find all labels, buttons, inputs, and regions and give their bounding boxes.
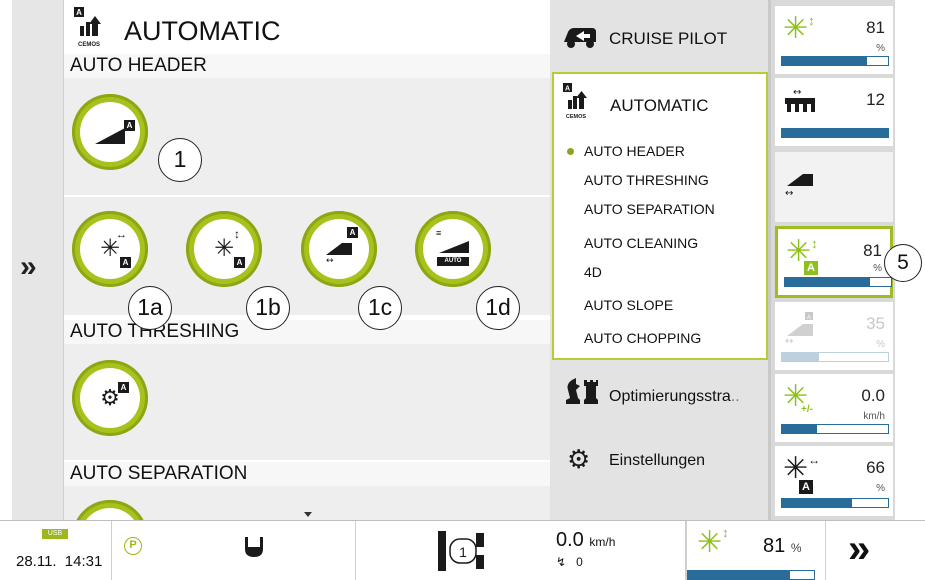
auto-rotor-width-button[interactable]: ✳ ↔ A bbox=[72, 211, 148, 287]
status-tiles-column: ✳↕ 81 % ↔ 12 ↔ ✳↕ A 81 % A ↔ 35 % ✳ +/- … bbox=[768, 0, 895, 520]
section-auto-separation-title: AUTO SEPARATION bbox=[64, 462, 550, 486]
gear-shift-icon: ↯ bbox=[556, 555, 567, 569]
active-dot-icon bbox=[567, 148, 574, 155]
svg-text:A: A bbox=[76, 8, 82, 17]
gear-icon: ⚙ bbox=[100, 385, 120, 410]
usb-icon: USB bbox=[42, 529, 68, 539]
section-auto-threshing-body: ⚙ A bbox=[64, 344, 550, 460]
submenu-4d[interactable]: 4D bbox=[584, 264, 602, 280]
svg-text:1: 1 bbox=[459, 544, 467, 560]
svg-text:↔: ↔ bbox=[326, 256, 334, 263]
tile-header-tilt-auto[interactable]: A ↔ 35 % bbox=[775, 302, 893, 370]
section-auto-header-body: A bbox=[64, 78, 550, 195]
date-display: 28.11. bbox=[16, 553, 57, 570]
menu-optimization-strategy[interactable]: Optimierungsstra.. bbox=[550, 368, 768, 428]
submenu-auto-slope[interactable]: AUTO SLOPE bbox=[584, 297, 673, 313]
parking-brake-icon: P bbox=[124, 537, 142, 555]
submenu-auto-cleaning[interactable]: AUTO CLEANING bbox=[584, 235, 698, 251]
callout-1a: 1a bbox=[128, 286, 172, 330]
callout-1: 1 bbox=[158, 138, 202, 182]
svg-text:↔: ↔ bbox=[785, 336, 793, 344]
tile-rotor-width-auto[interactable]: ✳↔ A 66 % bbox=[775, 446, 893, 516]
auto-rotor-height-button[interactable]: ✳ ↕ A bbox=[186, 211, 262, 287]
speed-display: 0.0 km/h bbox=[556, 529, 616, 551]
svg-text:A: A bbox=[565, 86, 570, 93]
submenu-auto-separation[interactable]: AUTO SEPARATION bbox=[584, 201, 715, 217]
rotor-height-icon: ✳↕ bbox=[697, 525, 729, 559]
tile-header-tilt[interactable]: ↔ bbox=[775, 152, 893, 222]
tile-speed-offset[interactable]: ✳ +/- 0.0 km/h bbox=[775, 374, 893, 442]
function-menu: CRUISE PILOT A CEMOS AUTOMATIC AUTO HEAD… bbox=[550, 0, 768, 520]
submenu-auto-header[interactable]: AUTO HEADER bbox=[584, 143, 685, 159]
header-tilt-icon: ↔ bbox=[785, 174, 813, 196]
callout-5: 5 bbox=[884, 244, 922, 282]
double-chevron-right-icon[interactable]: » bbox=[848, 527, 871, 572]
menu-automatic-expanded: A CEMOS AUTOMATIC AUTO HEADER AUTO THRES… bbox=[552, 72, 768, 360]
height-arrow-icon: ↕ bbox=[234, 227, 240, 241]
svg-text:↔: ↔ bbox=[793, 87, 801, 98]
callout-1d: 1d bbox=[476, 286, 520, 330]
tile-rotor-height-auto[interactable]: ✳↕ A 81 % bbox=[775, 226, 893, 298]
header-tilt-icon: ↔ bbox=[326, 243, 352, 263]
auto-threshing-button[interactable]: ⚙ A bbox=[72, 360, 148, 436]
auto-header-tilt-button[interactable]: ↔ A bbox=[301, 211, 377, 287]
header-width-icon: ↔ bbox=[785, 87, 815, 112]
width-arrow-icon: ↔ bbox=[116, 229, 127, 241]
svg-text:A: A bbox=[807, 315, 811, 321]
parking-brake-cell: P bbox=[112, 521, 356, 580]
submenu-auto-threshing[interactable]: AUTO THRESHING bbox=[584, 172, 709, 188]
callout-1b: 1b bbox=[246, 286, 290, 330]
expand-left-panel[interactable]: » bbox=[12, 0, 64, 520]
gear-readout: ↯ 0 bbox=[556, 555, 583, 569]
svg-text:CEMOS: CEMOS bbox=[566, 114, 587, 120]
chess-strategy-icon bbox=[566, 378, 598, 404]
tile-header-width[interactable]: ↔ 12 bbox=[775, 78, 893, 146]
tile-rotor-height[interactable]: ✳↕ 81 % bbox=[775, 6, 893, 74]
section-auto-header-title: AUTO HEADER bbox=[64, 54, 550, 78]
scroll-down-indicator-icon[interactable] bbox=[304, 512, 312, 517]
header-height-icon bbox=[95, 128, 125, 144]
rotor-value: 81 % bbox=[763, 535, 802, 557]
cemos-automatic-icon: A CEMOS bbox=[563, 83, 587, 120]
drive-cell: 1 bbox=[356, 521, 686, 580]
time-display: 14:31 bbox=[64, 553, 103, 570]
submenu-auto-chopping[interactable]: AUTO CHOPPING bbox=[584, 330, 701, 346]
svg-text:CEMOS: CEMOS bbox=[78, 42, 100, 48]
menu-settings[interactable]: ⚙ Einstellungen bbox=[550, 440, 768, 500]
status-bar: USB 28.11. 14:31 P 1 0.0 km/h ↯ 0 ✳↕ 81 %… bbox=[0, 520, 925, 580]
header-tilt-icon: A ↔ bbox=[785, 312, 813, 344]
cemos-automatic-icon: A CEMOS bbox=[74, 7, 101, 48]
menu-automatic[interactable]: A CEMOS AUTOMATIC bbox=[554, 74, 766, 132]
callout-1c: 1c bbox=[358, 286, 402, 330]
header-pressure-icon: ≡ AUTO bbox=[433, 229, 473, 269]
rotor-spread-icon: ✳ bbox=[213, 235, 235, 262]
svg-text:↔: ↔ bbox=[785, 188, 793, 196]
datetime-cell: USB 28.11. 14:31 bbox=[0, 521, 112, 580]
grain-tank-icon bbox=[245, 537, 263, 557]
gear-icon: ⚙ bbox=[567, 444, 591, 474]
auto-separation-button[interactable] bbox=[72, 500, 148, 520]
auto-header-pressure-button[interactable]: ≡ AUTO bbox=[415, 211, 491, 287]
drive-gear-icon: 1 bbox=[438, 531, 484, 571]
double-chevron-right-icon[interactable]: » bbox=[20, 250, 36, 284]
automatic-panel: A CEMOS AUTOMATIC AUTO HEADER A ✳ ↔ A ✳ … bbox=[64, 0, 550, 520]
page-title: AUTOMATIC bbox=[124, 16, 281, 46]
menu-cruise-pilot[interactable]: CRUISE PILOT bbox=[550, 8, 768, 68]
auto-header-button[interactable]: A bbox=[72, 94, 148, 170]
panel-header: A CEMOS AUTOMATIC bbox=[64, 6, 550, 50]
cruise-pilot-icon bbox=[564, 28, 596, 48]
rotor-height-icon: ✳↕ bbox=[783, 12, 815, 45]
